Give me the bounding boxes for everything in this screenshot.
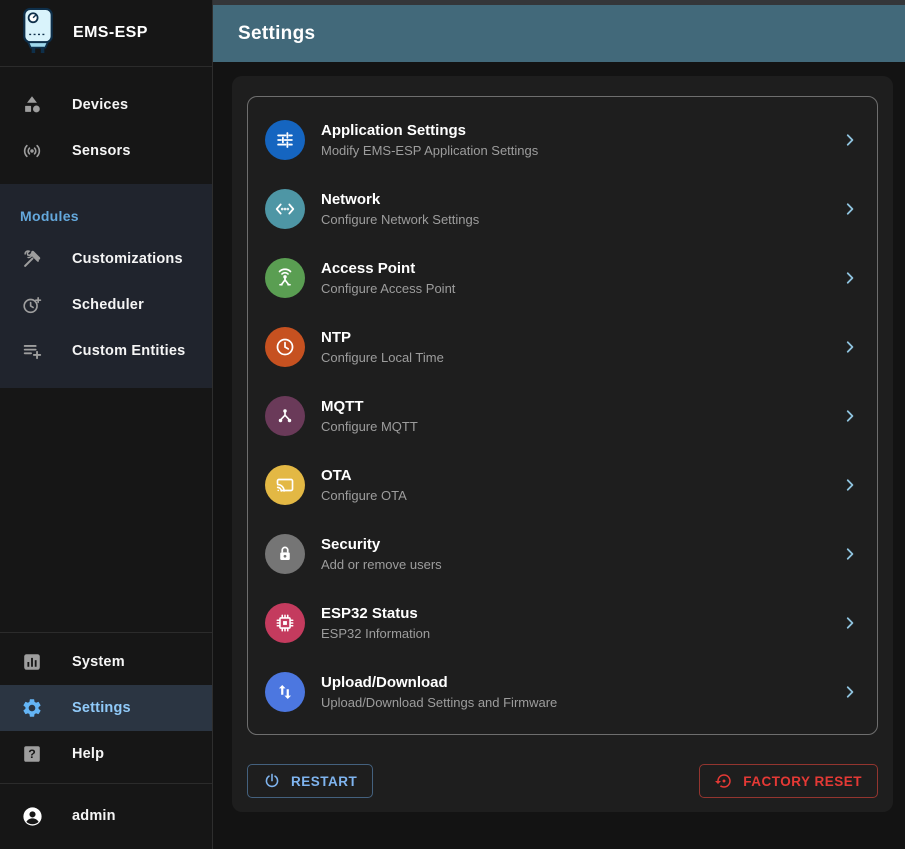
chevron-right-icon <box>840 337 860 357</box>
sidebar-item-system[interactable]: System <box>0 639 212 685</box>
sidebar-item-label: Scheduler <box>72 297 144 313</box>
chevron-right-icon <box>840 406 860 426</box>
chevron-right-icon <box>840 613 860 633</box>
content: Application Settings Modify EMS-ESP Appl… <box>213 62 905 849</box>
restart-button-label: RESTART <box>291 774 357 789</box>
settings-panel: Application Settings Modify EMS-ESP Appl… <box>232 76 893 812</box>
chevron-right-icon <box>840 682 860 702</box>
settings-row-network[interactable]: Network Configure Network Settings <box>248 174 877 243</box>
sidebar-item-customizations[interactable]: Customizations <box>0 236 212 282</box>
sensors-icon <box>20 139 44 163</box>
actions-bar: RESTART FACTORY RESET <box>247 764 878 798</box>
category-icon <box>20 93 44 117</box>
sidebar-item-label: Customizations <box>72 251 183 267</box>
row-subtitle: Configure Access Point <box>321 280 840 297</box>
sidebar-main-group: Devices Sensors <box>0 67 212 184</box>
settings-card: Application Settings Modify EMS-ESP Appl… <box>247 96 878 735</box>
row-subtitle: Add or remove users <box>321 556 840 573</box>
analytics-icon <box>20 650 44 674</box>
sidebar-user-block: admin <box>0 783 212 849</box>
settings-row-security[interactable]: Security Add or remove users <box>248 519 877 588</box>
sidebar-item-label: Settings <box>72 700 131 716</box>
chevron-right-icon <box>840 475 860 495</box>
sidebar-spacer <box>0 388 212 632</box>
boiler-logo-icon <box>18 7 58 59</box>
app-title: EMS-ESP <box>73 24 148 42</box>
factory-reset-button-label: FACTORY RESET <box>743 774 862 789</box>
sidebar-item-custom-entities[interactable]: Custom Entities <box>0 328 212 374</box>
settings-ethernet-icon <box>265 189 305 229</box>
tune-icon <box>265 120 305 160</box>
playlist-add-icon <box>20 339 44 363</box>
settings-row-application-settings[interactable]: Application Settings Modify EMS-ESP Appl… <box>248 105 877 174</box>
sidebar-user-label: admin <box>72 808 116 824</box>
main-area: Settings Application Settings Modify EMS… <box>213 0 905 849</box>
import-export-icon <box>265 672 305 712</box>
sidebar-item-help[interactable]: ? Help <box>0 731 212 777</box>
settings-row-esp32-status[interactable]: ESP32 Status ESP32 Information <box>248 588 877 657</box>
svg-text:?: ? <box>28 747 36 761</box>
row-subtitle: Configure OTA <box>321 487 840 504</box>
row-title: Application Settings <box>321 121 840 140</box>
account-circle-icon <box>20 804 44 828</box>
settings-row-upload-download[interactable]: Upload/Download Upload/Download Settings… <box>248 657 877 726</box>
row-subtitle: Configure MQTT <box>321 418 840 435</box>
appbar: Settings <box>213 5 905 62</box>
modules-section-label: Modules <box>0 194 212 236</box>
row-title: Upload/Download <box>321 673 840 692</box>
more-time-icon <box>20 293 44 317</box>
cast-icon <box>265 465 305 505</box>
gear-icon <box>20 696 44 720</box>
settings-row-ntp[interactable]: NTP Configure Local Time <box>248 312 877 381</box>
power-icon <box>263 772 281 790</box>
sidebar-item-label: Help <box>72 746 104 762</box>
row-subtitle: Upload/Download Settings and Firmware <box>321 694 840 711</box>
row-title: Network <box>321 190 840 209</box>
sidebar-item-admin[interactable]: admin <box>0 793 212 839</box>
sidebar-item-label: Custom Entities <box>72 343 185 359</box>
row-subtitle: Configure Local Time <box>321 349 840 366</box>
row-subtitle: ESP32 Information <box>321 625 840 642</box>
construction-icon <box>20 247 44 271</box>
chevron-right-icon <box>840 130 860 150</box>
clock-icon <box>265 327 305 367</box>
sidebar-item-label: Sensors <box>72 143 131 159</box>
sidebar-item-sensors[interactable]: Sensors <box>0 128 212 174</box>
row-title: ESP32 Status <box>321 604 840 623</box>
page-title: Settings <box>238 23 315 45</box>
row-subtitle: Modify EMS-ESP Application Settings <box>321 142 840 159</box>
chevron-right-icon <box>840 199 860 219</box>
row-title: NTP <box>321 328 840 347</box>
chip-icon <box>265 603 305 643</box>
chevron-right-icon <box>840 544 860 564</box>
restart-button[interactable]: RESTART <box>247 764 373 798</box>
factory-reset-button[interactable]: FACTORY RESET <box>699 764 878 798</box>
sidebar-item-devices[interactable]: Devices <box>0 82 212 128</box>
row-title: MQTT <box>321 397 840 416</box>
chevron-right-icon <box>840 268 860 288</box>
sidebar: EMS-ESP Devices Sensors <box>0 0 213 849</box>
sidebar-bottom-group: System Settings ? Help <box>0 632 212 783</box>
row-title: Security <box>321 535 840 554</box>
hub-icon <box>265 396 305 436</box>
app-logo-block: EMS-ESP <box>0 0 212 67</box>
sidebar-item-label: Devices <box>72 97 128 113</box>
sidebar-modules-section: Modules Customizations Scheduler <box>0 184 212 388</box>
settings-row-access-point[interactable]: Access Point Configure Access Point <box>248 243 877 312</box>
row-title: Access Point <box>321 259 840 278</box>
antenna-icon <box>265 258 305 298</box>
sidebar-item-scheduler[interactable]: Scheduler <box>0 282 212 328</box>
row-subtitle: Configure Network Settings <box>321 211 840 228</box>
lock-icon <box>265 534 305 574</box>
sidebar-item-label: System <box>72 654 125 670</box>
settings-row-ota[interactable]: OTA Configure OTA <box>248 450 877 519</box>
backup-restore-icon <box>715 772 733 790</box>
sidebar-item-settings[interactable]: Settings <box>0 685 212 731</box>
settings-row-mqtt[interactable]: MQTT Configure MQTT <box>248 381 877 450</box>
row-title: OTA <box>321 466 840 485</box>
help-icon: ? <box>20 742 44 766</box>
